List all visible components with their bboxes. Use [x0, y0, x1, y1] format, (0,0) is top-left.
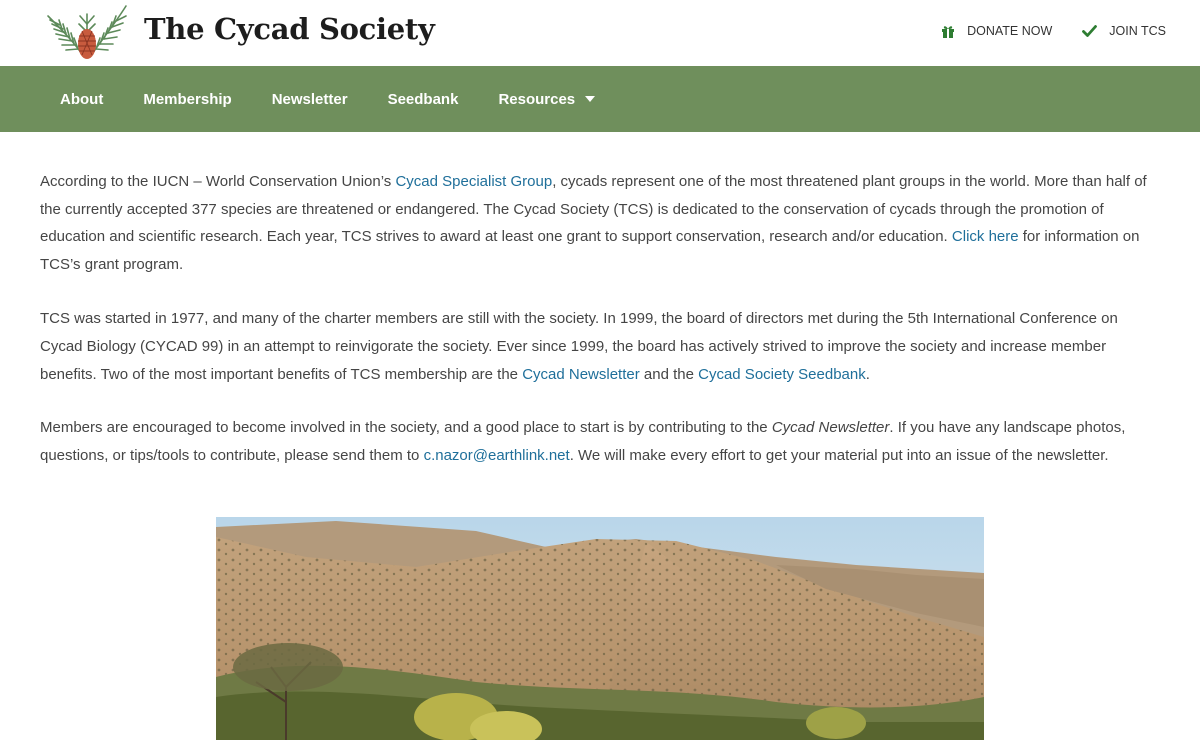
site-header: The Cycad Society DONATE NOW JOIN TCS: [0, 0, 1200, 66]
utility-links: DONATE NOW JOIN TCS: [941, 24, 1166, 38]
site-title[interactable]: The Cycad Society: [144, 12, 435, 46]
gift-icon: [942, 25, 955, 38]
nav-item-about[interactable]: About: [40, 66, 123, 132]
nav-item-label: Membership: [143, 90, 232, 108]
donate-now-link[interactable]: DONATE NOW: [941, 24, 1052, 38]
involvement-paragraph: Members are encouraged to become involve…: [40, 414, 1164, 469]
main-content: According to the IUCN – World Conservati…: [0, 132, 1200, 469]
cycad-newsletter-link[interactable]: Cycad Newsletter: [522, 366, 640, 383]
checkmark-icon: [1082, 25, 1098, 37]
seedbank-link[interactable]: Cycad Society Seedbank: [698, 366, 866, 383]
newsletter-title: Cycad Newsletter: [771, 419, 890, 437]
history-paragraph: TCS was started in 1977, and many of the…: [40, 305, 1164, 388]
nav-item-seedbank[interactable]: Seedbank: [368, 66, 479, 132]
landscape-photo: [216, 517, 984, 740]
email-link[interactable]: c.nazor@earthlink.net: [424, 447, 570, 464]
nav-item-newsletter[interactable]: Newsletter: [252, 66, 368, 132]
intro-paragraph: According to the IUCN – World Conservati…: [40, 168, 1164, 278]
donate-now-label: DONATE NOW: [967, 24, 1053, 38]
grant-program-link[interactable]: Click here: [952, 228, 1019, 245]
text: Members are encouraged to become involve…: [40, 419, 772, 437]
main-navigation: About Membership Newsletter Seedbank Res…: [0, 66, 1200, 132]
nav-item-label: Seedbank: [387, 90, 459, 108]
nav-item-label: Newsletter: [271, 90, 348, 108]
text: .: [865, 365, 870, 383]
text: . We will make every effort to get your …: [569, 446, 1109, 464]
join-tcs-label: JOIN TCS: [1109, 24, 1166, 38]
cycad-specialist-group-link[interactable]: Cycad Specialist Group: [395, 173, 552, 190]
nav-item-membership[interactable]: Membership: [123, 66, 251, 132]
join-tcs-link[interactable]: JOIN TCS: [1082, 24, 1166, 38]
text: and the: [639, 365, 699, 383]
nav-item-label: About: [60, 90, 104, 108]
nav-item-resources[interactable]: Resources: [478, 66, 615, 132]
nav-item-label: Resources: [498, 90, 576, 108]
caret-down-icon: [585, 96, 596, 102]
cycad-logo[interactable]: [44, 2, 130, 64]
text: According to the IUCN – World Conservati…: [40, 173, 396, 190]
